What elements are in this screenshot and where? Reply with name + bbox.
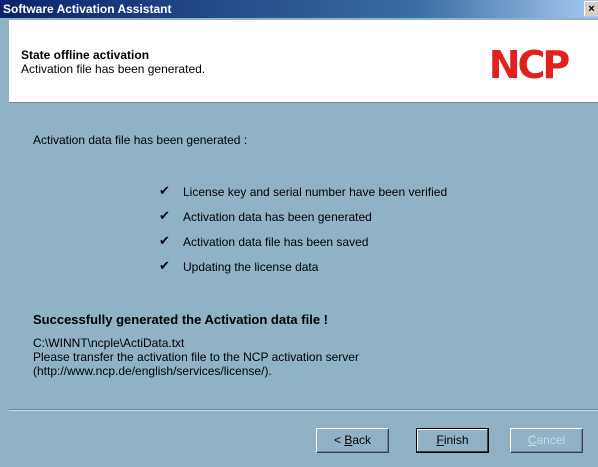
back-rest: ack: [352, 433, 372, 447]
checklist-label: Updating the license data: [183, 260, 319, 274]
checkmark-icon: ✔: [159, 234, 170, 249]
checklist-item: ✔ Activation data file has been saved: [159, 235, 447, 260]
checkmark-icon: ✔: [159, 184, 170, 199]
finish-accel: F: [436, 433, 444, 447]
transfer-note: Please transfer the activation file to t…: [33, 350, 359, 364]
checkmark-icon: ✔: [159, 259, 170, 274]
finish-rest: inish: [443, 433, 469, 447]
intro-text: Activation data file has been generated …: [33, 133, 248, 147]
wizard-header: State offline activation Activation file…: [9, 20, 598, 103]
checklist-item: ✔ License key and serial number have bee…: [159, 185, 447, 210]
checklist-item: ✔ Updating the license data: [159, 260, 447, 285]
cancel-button[interactable]: Cancel: [510, 428, 583, 453]
window-title: Software Activation Assistant: [3, 2, 172, 16]
result-heading: Successfully generated the Activation da…: [33, 312, 328, 327]
status-checklist: ✔ License key and serial number have bee…: [159, 185, 447, 285]
file-path: C:\WINNT\ncple\ActiData.txt: [33, 336, 185, 350]
checkmark-icon: ✔: [159, 209, 170, 224]
cancel-rest: ancel: [536, 433, 566, 447]
back-prefix: <: [333, 433, 345, 447]
title-bar: Software Activation Assistant ×: [0, 0, 598, 18]
step-subtitle: Activation file has been generated.: [21, 62, 206, 76]
checklist-label: Activation data has been generated: [183, 210, 372, 224]
checklist-label: Activation data file has been saved: [183, 235, 369, 249]
back-button[interactable]: < Back: [316, 428, 389, 453]
server-url: (http://www.ncp.de/english/services/lice…: [33, 364, 272, 378]
checklist-label: License key and serial number have been …: [183, 185, 448, 199]
finish-button[interactable]: Finish: [416, 428, 489, 453]
step-title: State offline activation: [21, 48, 150, 62]
close-button[interactable]: ×: [584, 1, 598, 16]
checklist-item: ✔ Activation data has been generated: [159, 210, 447, 235]
ncp-logo: NCP: [488, 43, 571, 87]
wizard-body: Activation data file has been generated …: [9, 103, 598, 413]
button-separator: [9, 409, 598, 411]
